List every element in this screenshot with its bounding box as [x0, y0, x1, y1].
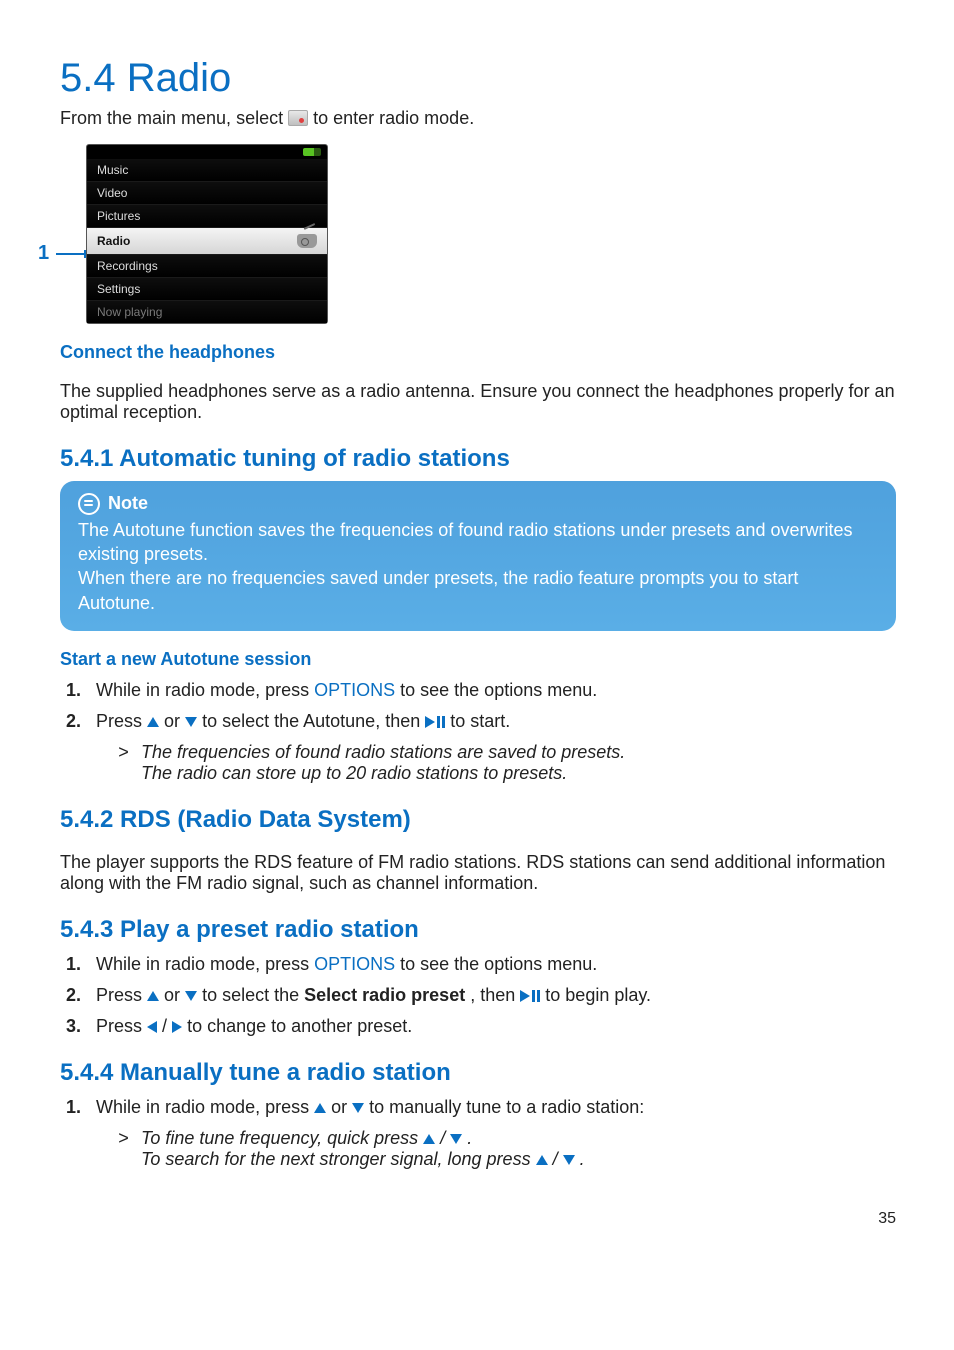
up-icon — [536, 1155, 548, 1165]
radio-icon — [297, 234, 317, 248]
up-icon — [147, 717, 159, 727]
paragraph: The player supports the RDS feature of F… — [60, 852, 896, 894]
menu-item: Video — [87, 182, 327, 205]
step-text: or — [164, 985, 185, 1005]
step-text: to see the options menu. — [400, 954, 597, 974]
callout-leader — [56, 253, 84, 255]
step-text: While in radio mode, press — [96, 954, 314, 974]
step: While in radio mode, press OPTIONS to se… — [86, 954, 896, 975]
intro-text-before: From the main menu, select — [60, 108, 288, 128]
step-text: or — [331, 1097, 352, 1117]
page-title: 5.4 Radio — [60, 56, 896, 101]
up-icon — [147, 991, 159, 1001]
play-icon — [520, 990, 530, 1002]
menu-item: Pictures — [87, 205, 327, 228]
down-icon — [450, 1134, 462, 1144]
up-icon — [314, 1103, 326, 1113]
step-text: to begin play. — [545, 985, 651, 1005]
note-icon — [78, 493, 100, 515]
result-text: To search for the next stronger signal, … — [141, 1149, 585, 1169]
battery-icon — [87, 145, 327, 159]
options-keyword: OPTIONS — [314, 954, 395, 974]
step-text: to start. — [450, 711, 510, 731]
down-icon — [563, 1155, 575, 1165]
step-text: to manually tune to a radio station: — [369, 1097, 644, 1117]
section-heading-544: 5.4.4 Manually tune a radio station — [60, 1059, 896, 1087]
note-box: Note The Autotune function saves the fre… — [60, 481, 896, 630]
subheading-connect: Connect the headphones — [60, 342, 896, 363]
step: While in radio mode, press OPTIONS to se… — [86, 680, 896, 701]
step: Press / to change to another preset. — [86, 1016, 896, 1037]
step-text: , then — [470, 985, 520, 1005]
down-icon — [185, 717, 197, 727]
device-figure: 1 Music Video Pictures Radio Recordings … — [60, 144, 330, 324]
step-text: While in radio mode, press — [96, 1097, 314, 1117]
callout-number: 1 — [38, 242, 49, 265]
result-marker: > — [118, 1128, 136, 1149]
play-icon — [425, 716, 435, 728]
steps-list: While in radio mode, press OPTIONS to se… — [60, 954, 896, 1037]
step-text: Press — [96, 1016, 147, 1036]
section-heading-541: 5.4.1 Automatic tuning of radio stations — [60, 445, 896, 473]
step-text: to select the — [202, 985, 304, 1005]
step: Press or to select the Autotune, then to… — [86, 711, 896, 784]
play-pause-icon — [520, 990, 540, 1002]
section-heading-543: 5.4.3 Play a preset radio station — [60, 916, 896, 944]
subheading-autotune: Start a new Autotune session — [60, 649, 896, 670]
result-marker: > — [118, 742, 136, 763]
pause-icon — [532, 990, 540, 1002]
result-text: The radio can store up to 20 radio stati… — [141, 763, 567, 783]
step-text: / — [162, 1016, 167, 1036]
result-text: The frequencies of found radio stations … — [141, 742, 625, 762]
pause-icon — [437, 716, 445, 728]
note-body: When there are no frequencies saved unde… — [78, 566, 878, 615]
section-heading-542: 5.4.2 RDS (Radio Data System) — [60, 806, 896, 834]
options-keyword: OPTIONS — [314, 680, 395, 700]
right-icon — [172, 1021, 182, 1033]
menu-item-label: Radio — [97, 234, 130, 248]
step-text: Press — [96, 711, 147, 731]
step-text: or — [164, 711, 185, 731]
step-text: to select the Autotune, then — [202, 711, 425, 731]
menu-item: Settings — [87, 278, 327, 301]
device-screen: Music Video Pictures Radio Recordings Se… — [86, 144, 328, 324]
left-icon — [147, 1021, 157, 1033]
intro-text-after: to enter radio mode. — [313, 108, 474, 128]
menu-item: Recordings — [87, 255, 327, 278]
radio-icon — [288, 110, 308, 126]
menu-item-selected: Radio — [87, 228, 327, 255]
down-icon — [185, 991, 197, 1001]
step-text: While in radio mode, press — [96, 680, 314, 700]
play-pause-icon — [425, 716, 445, 728]
step: While in radio mode, press or to manuall… — [86, 1097, 896, 1170]
intro-line: From the main menu, select to enter radi… — [60, 107, 896, 130]
note-body: The Autotune function saves the frequenc… — [78, 518, 878, 567]
step-text: to change to another preset. — [187, 1016, 412, 1036]
step-text: to see the options menu. — [400, 680, 597, 700]
menu-item: Now playing — [87, 301, 327, 323]
paragraph: The supplied headphones serve as a radio… — [60, 381, 896, 423]
step-text: Press — [96, 985, 147, 1005]
bold-term: Select radio preset — [304, 985, 465, 1005]
page-number: 35 — [60, 1210, 896, 1228]
up-icon — [423, 1134, 435, 1144]
steps-list: While in radio mode, press or to manuall… — [60, 1097, 896, 1170]
menu-item: Music — [87, 159, 327, 182]
steps-list: While in radio mode, press OPTIONS to se… — [60, 680, 896, 784]
result-text: To fine tune frequency, quick press / . — [141, 1128, 472, 1148]
step: Press or to select the Select radio pres… — [86, 985, 896, 1006]
note-label: Note — [108, 491, 148, 515]
down-icon — [352, 1103, 364, 1113]
